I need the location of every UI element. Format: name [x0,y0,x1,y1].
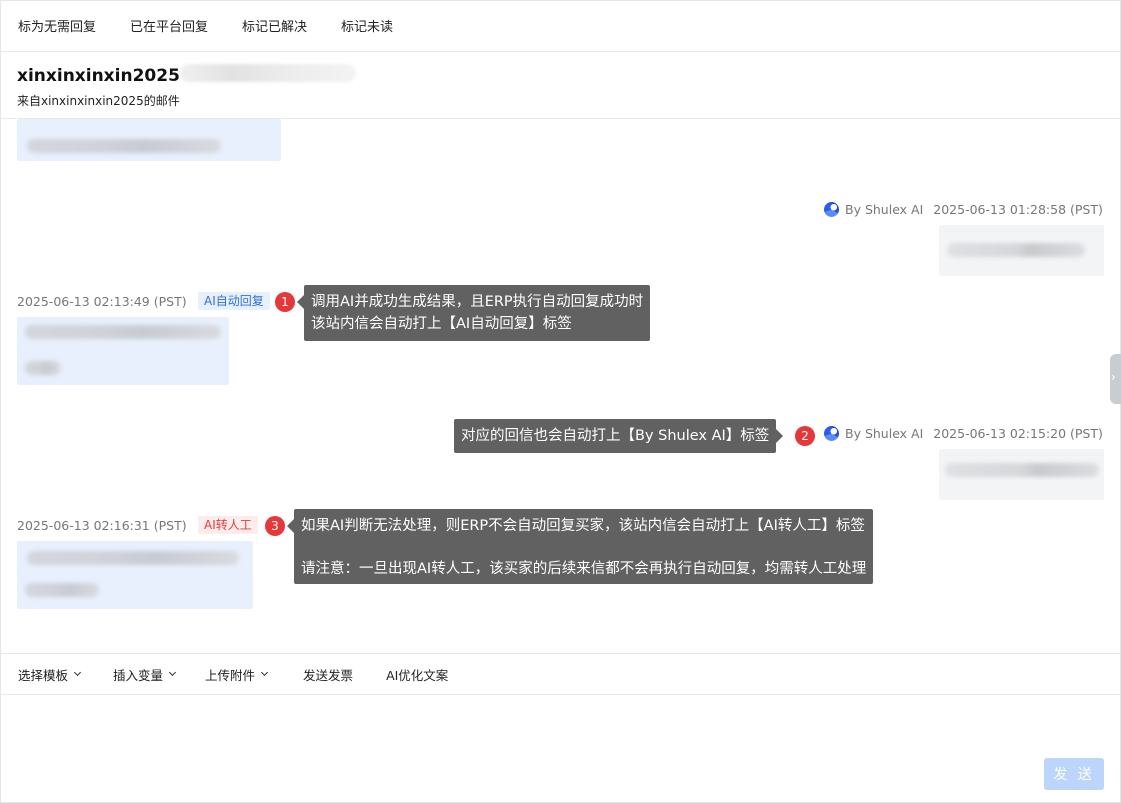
shulex-logo-icon [824,202,839,217]
outgoing-message-bubble [939,225,1104,276]
redacted-text [27,551,239,565]
insert-variable-label: 插入变量 [113,667,164,683]
redacted-text [947,243,1085,257]
redacted-text [945,463,1099,477]
message-timestamp: 2025-06-13 02:13:49 (PST) [17,294,187,309]
shulex-logo-icon [824,426,839,441]
annotation-badge-1: 1 [275,292,295,312]
redacted-text [25,361,61,375]
reply-editor[interactable] [0,695,1121,803]
redacted-text [27,139,221,153]
ai-signature: By Shulex AI 2025-06-13 02:15:20 (PST) [824,426,1103,441]
tooltip-arrow [287,519,294,533]
tooltip-line: 对应的回信也会自动打上【By Shulex AI】标签 [461,428,770,444]
redacted-text [25,583,99,597]
mark-replied-on-platform-button[interactable]: 已在平台回复 [130,16,208,35]
mail-source-subtitle: 来自xinxinxinxin2025的邮件 [17,94,180,108]
outgoing-message-bubble [939,449,1104,500]
buyer-email-redacted [180,64,356,82]
signature-label: By Shulex AI [845,426,924,441]
message-timestamp: 2025-06-13 02:16:31 (PST) [17,518,187,533]
tooltip-line: 请注意：一旦出现AI转人工，该买家的后续来信都不会再执行自动回复，均需转人工处理 [301,561,867,577]
tooltip-arrow [297,295,304,309]
redacted-text [25,325,221,339]
tooltip-line: 调用AI并成功生成结果，且ERP执行自动回复成功时 [311,294,644,310]
mark-resolved-button[interactable]: 标记已解决 [242,16,307,35]
tooltip-arrow [776,429,784,443]
ai-signature: By Shulex AI 2025-06-13 01:28:58 (PST) [824,202,1103,217]
select-template-label: 选择模板 [18,667,69,683]
chevron-down-icon [261,668,269,677]
mark-no-reply-button[interactable]: 标为无需回复 [18,16,96,35]
annotation-tooltip-1: 调用AI并成功生成结果，且ERP执行自动回复成功时 该站内信会自动打上【AI自动… [297,285,651,341]
mark-unread-button[interactable]: 标记未读 [341,16,393,35]
ai-optimize-copy-button[interactable]: AI优化文案 [386,665,448,684]
chevron-down-icon [73,668,82,677]
send-button[interactable]: 发 送 [1044,758,1104,790]
upload-attachment-dropdown[interactable]: 上传附件 [205,665,269,684]
signature-label: By Shulex AI [845,202,924,217]
chevron-down-icon [168,668,177,677]
annotation-badge-3: 3 [265,516,285,536]
upload-attachment-label: 上传附件 [205,667,256,683]
tooltip-spacer [301,537,866,558]
buyer-name: xinxinxinxin2025 [17,66,180,86]
incoming-message-bubble [17,317,229,385]
tooltip-line: 该站内信会自动打上【AI自动回复】标签 [311,316,572,332]
select-template-dropdown[interactable]: 选择模板 [18,665,82,684]
conversation-header: xinxinxinxin2025 来自xinxinxinxin2025的邮件 [0,52,1121,119]
send-invoice-button[interactable]: 发送发票 [303,665,353,684]
ai-handoff-to-human-tag: AI转人工 [198,516,258,534]
tooltip-line: 如果AI判断无法处理，则ERP不会自动回复买家，该站内信会自动打上【AI转人工】… [301,518,865,534]
side-panel-toggle[interactable]: › [1110,354,1121,404]
message-timestamp: 2025-06-13 02:15:20 (PST) [933,426,1103,441]
incoming-message-bubble [17,119,281,161]
ai-auto-reply-tag: AI自动回复 [198,292,270,310]
message-timestamp: 2025-06-13 01:28:58 (PST) [933,202,1103,217]
annotation-tooltip-2: 对应的回信也会自动打上【By Shulex AI】标签 [454,419,784,453]
reply-toolbar: 选择模板 插入变量 上传附件 发送发票 AI优化文案 [0,653,1121,695]
annotation-badge-2: 2 [795,426,815,446]
message-thread: By Shulex AI 2025-06-13 01:28:58 (PST) 2… [0,119,1121,653]
chevron-right-icon: › [1111,370,1116,384]
incoming-message-bubble [17,541,253,609]
insert-variable-dropdown[interactable]: 插入变量 [113,665,177,684]
action-bar: 标为无需回复 已在平台回复 标记已解决 标记未读 [0,0,1121,52]
annotation-tooltip-3: 如果AI判断无法处理，则ERP不会自动回复买家，该站内信会自动打上【AI转人工】… [287,509,874,584]
